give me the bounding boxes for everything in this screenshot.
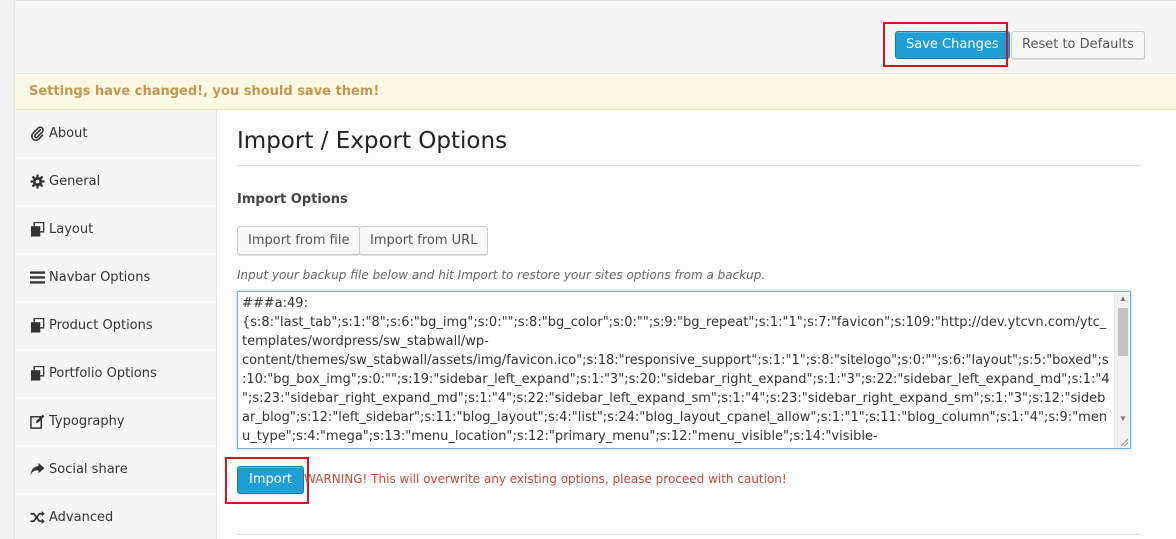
shuffle-icon	[29, 510, 46, 526]
top-toolbar: Save Changes Reset to Defaults	[15, 1, 1176, 74]
import-hint-text: Input your backup file below and hit Imp…	[237, 268, 766, 282]
import-textarea-container: ###a:49: {s:8:"last_tab";s:1:"8";s:6:"bg…	[237, 291, 1131, 449]
reset-to-defaults-button[interactable]: Reset to Defaults	[1011, 31, 1145, 59]
sidebar-item-label: General	[49, 173, 101, 189]
scroll-down-arrow-icon[interactable]: ▼	[1115, 412, 1131, 426]
sidebar-item-label: Social share	[49, 461, 128, 477]
sidebar-item-label: Portfolio Options	[49, 365, 157, 381]
page-title: Import / Export Options	[237, 128, 508, 154]
import-from-file-button[interactable]: Import from file	[237, 226, 361, 255]
save-highlight-box	[883, 22, 1008, 67]
bottom-divider	[237, 534, 1140, 535]
options-panel: Save Changes Reset to Defaults Settings …	[14, 0, 1176, 539]
sidebar-item-about[interactable]: About	[15, 110, 216, 158]
title-divider	[237, 165, 1140, 166]
sidebar-nav: About General Layout Navbar Options Prod…	[15, 110, 217, 539]
sidebar-item-general[interactable]: General	[15, 158, 216, 206]
sidebar-item-label: Product Options	[49, 317, 153, 333]
import-options-label: Import Options	[237, 192, 348, 207]
gear-icon	[29, 174, 46, 190]
sidebar-item-product-options[interactable]: Product Options	[15, 302, 216, 350]
sidebar-item-social-share[interactable]: Social share	[15, 446, 216, 494]
sidebar-item-layout[interactable]: Layout	[15, 206, 216, 254]
sidebar-item-label: Typography	[49, 413, 125, 429]
scroll-up-arrow-icon[interactable]: ▲	[1115, 292, 1131, 306]
sidebar-item-label: About	[49, 125, 88, 141]
bars-icon	[29, 270, 46, 286]
copy-icon	[29, 318, 46, 334]
import-data-textarea[interactable]: ###a:49: {s:8:"last_tab";s:1:"8";s:6:"bg…	[238, 292, 1114, 448]
sidebar-item-portfolio-options[interactable]: Portfolio Options	[15, 350, 216, 398]
copy-icon	[29, 366, 46, 382]
sidebar-item-label: Advanced	[49, 509, 114, 525]
scroll-thumb[interactable]	[1118, 308, 1128, 356]
paperclip-icon	[29, 126, 46, 142]
resize-grip-icon[interactable]	[1119, 437, 1129, 447]
share-icon	[29, 462, 46, 478]
edit-icon	[29, 414, 46, 430]
import-from-url-button[interactable]: Import from URL	[359, 226, 489, 255]
sidebar-item-label: Layout	[49, 221, 94, 237]
sidebar-item-navbar-options[interactable]: Navbar Options	[15, 254, 216, 302]
main-content: Import / Export Options Import Options I…	[225, 110, 1141, 539]
settings-changed-notice: Settings have changed!, you should save …	[15, 74, 1176, 110]
copy-icon	[29, 222, 46, 238]
sidebar-item-advanced[interactable]: Advanced	[15, 494, 216, 539]
textarea-scrollbar[interactable]: ▲ ▼	[1114, 292, 1130, 448]
sidebar-item-label: Navbar Options	[49, 269, 151, 285]
overwrite-warning: WARNING! This will overwrite any existin…	[304, 472, 787, 486]
import-highlight-box	[225, 457, 309, 504]
sidebar-item-typography[interactable]: Typography	[15, 398, 216, 446]
